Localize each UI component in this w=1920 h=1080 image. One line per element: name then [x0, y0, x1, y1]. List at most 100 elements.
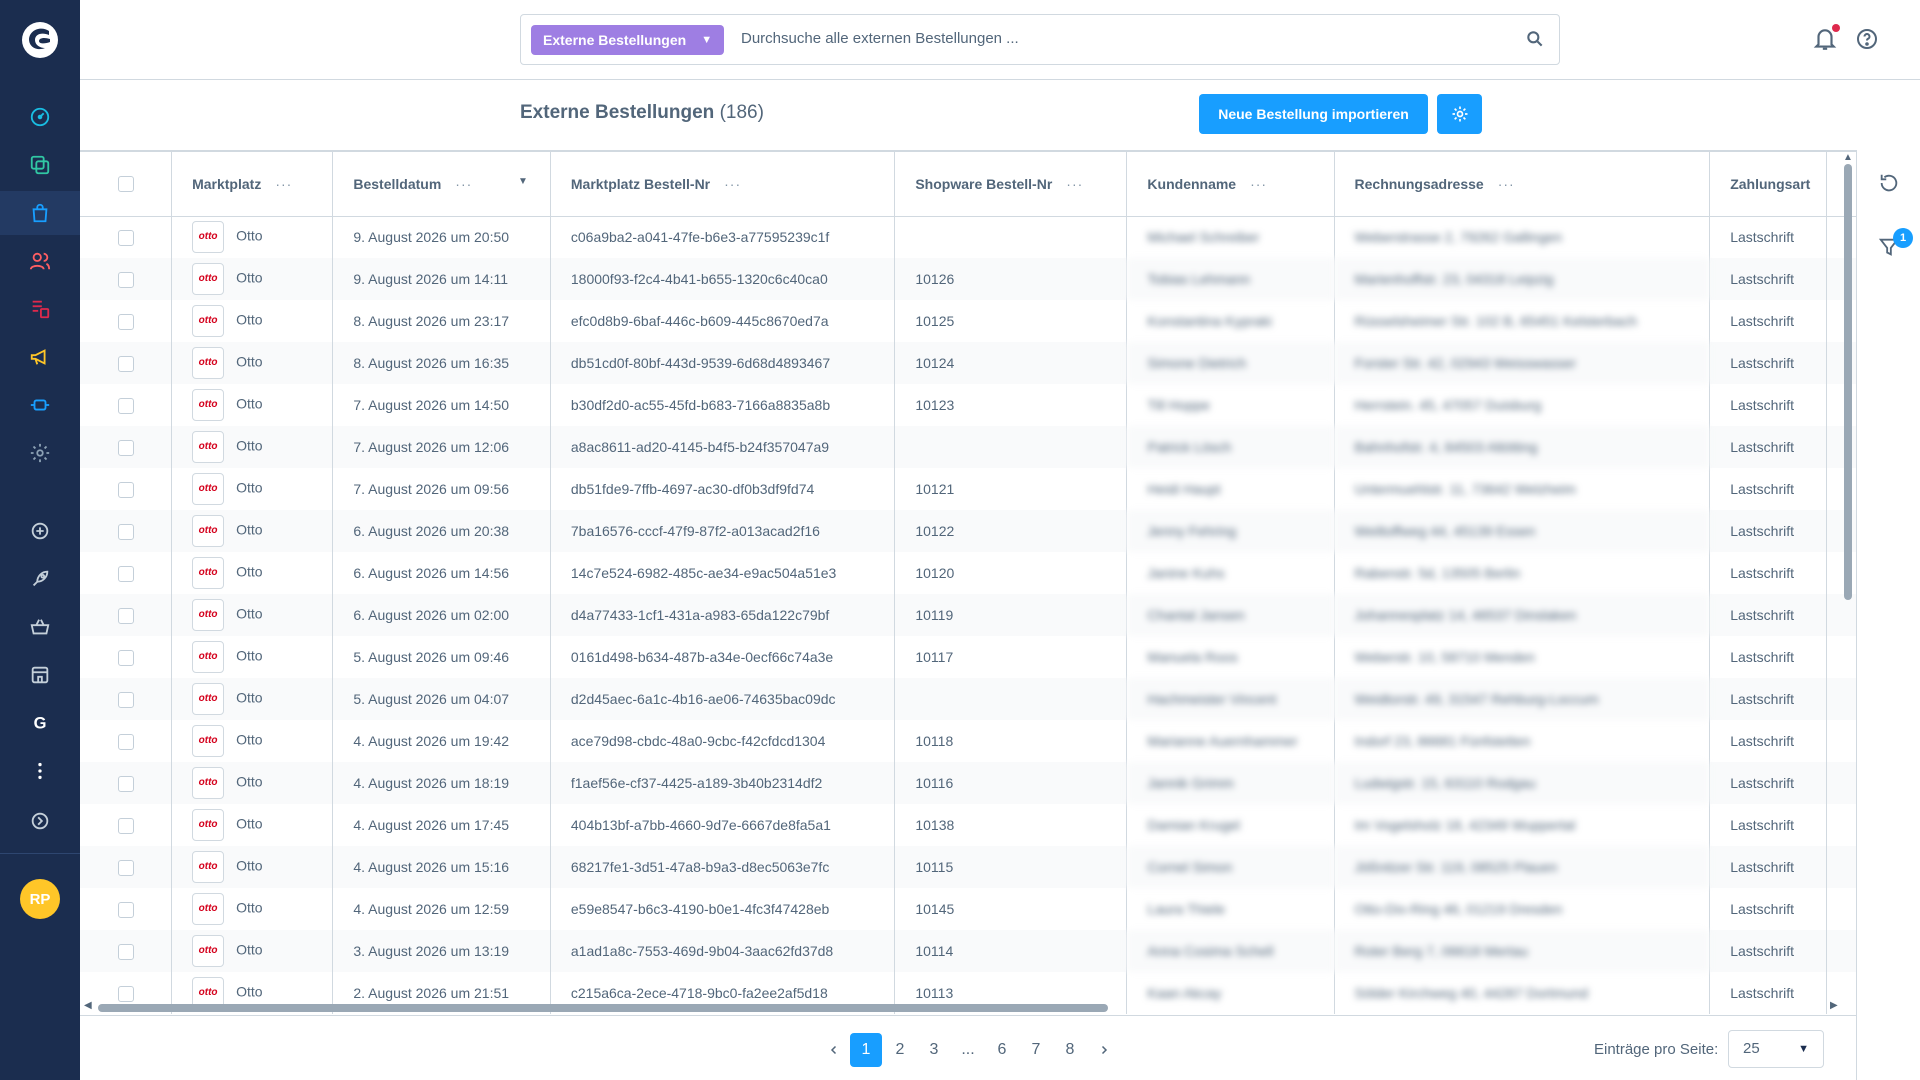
customers-icon[interactable]	[27, 248, 53, 274]
table-row[interactable]: otto Otto 4. August 2026 um 17:45 404b13bf-…	[80, 804, 1856, 846]
row-checkbox[interactable]	[117, 523, 134, 540]
cell-marketplace-order-number[interactable]: f1aef56e-cf37-4425-a189-3b40b2314df2	[550, 762, 896, 804]
row-checkbox[interactable]	[117, 565, 134, 582]
row-checkbox[interactable]	[117, 691, 134, 708]
row-checkbox[interactable]	[117, 943, 134, 960]
cell-shopware-order-number[interactable]: 10117	[894, 636, 1128, 678]
add-channel-icon[interactable]	[27, 518, 53, 544]
marketing-icon[interactable]	[27, 344, 53, 370]
table-row[interactable]: otto Otto 7. August 2026 um 12:06 a8ac8611-…	[80, 426, 1856, 468]
table-row[interactable]: otto Otto 6. August 2026 um 20:38 7ba16576-…	[80, 510, 1856, 552]
row-checkbox[interactable]	[117, 901, 134, 918]
cell-shopware-order-number[interactable]: 10125	[894, 300, 1128, 342]
column-header-rechnungsadresse[interactable]: Rechnungsadresse ···	[1334, 152, 1711, 217]
vertical-scrollbar[interactable]	[1844, 164, 1852, 600]
column-header-marktplatz[interactable]: Marktplatz ···	[171, 152, 334, 217]
content-icon[interactable]	[27, 296, 53, 322]
per-page-select[interactable]: 25 ▼	[1728, 1030, 1824, 1068]
row-checkbox[interactable]	[117, 229, 134, 246]
page-button[interactable]: 7	[1020, 1033, 1052, 1067]
cell-marketplace-order-number[interactable]: 404b13bf-a7bb-4660-9d7e-6667de8fa5a1	[550, 804, 896, 846]
table-row[interactable]: otto Otto 5. August 2026 um 09:46 0161d498-…	[80, 636, 1856, 678]
table-row[interactable]: otto Otto 6. August 2026 um 02:00 d4a77433-…	[80, 594, 1856, 636]
cell-marketplace-order-number[interactable]: c06a9ba2-a041-47fe-b6e3-a77595239c1f	[550, 216, 896, 258]
table-row[interactable]: otto Otto 7. August 2026 um 14:50 b30df2d0-…	[80, 384, 1856, 426]
row-checkbox[interactable]	[117, 985, 134, 1002]
cell-marketplace-order-number[interactable]: b30df2d0-ac55-45fd-b683-7166a8835a8b	[550, 384, 896, 426]
store-icon[interactable]	[27, 662, 53, 688]
cell-marketplace-order-number[interactable]: d2d45aec-6a1c-4b16-ae06-74635bac09dc	[550, 678, 896, 720]
cell-marketplace-order-number[interactable]: db51cd0f-80bf-443d-9539-6d68d4893467	[550, 342, 896, 384]
dashboard-icon[interactable]	[27, 104, 53, 130]
sort-desc-icon[interactable]: ▼	[518, 176, 528, 187]
cell-shopware-order-number[interactable]: 10121	[894, 468, 1128, 510]
row-checkbox[interactable]	[117, 817, 134, 834]
cell-shopware-order-number[interactable]: 10115	[894, 846, 1128, 888]
table-row[interactable]: otto Otto 9. August 2026 um 14:11 18000f93-…	[80, 258, 1856, 300]
settings-icon[interactable]	[27, 440, 53, 466]
catalogue-icon[interactable]	[27, 152, 53, 178]
table-row[interactable]: otto Otto 9. August 2026 um 20:50 c06a9ba2-…	[80, 216, 1856, 258]
cell-marketplace-order-number[interactable]: efc0d8b9-6baf-446c-b609-445c8670ed7a	[550, 300, 896, 342]
orders-icon[interactable]	[27, 200, 53, 226]
basket-icon[interactable]	[27, 614, 53, 640]
row-checkbox[interactable]	[117, 859, 134, 876]
cell-marketplace-order-number[interactable]: e59e8547-b6c3-4190-b0e1-4fc3f47428eb	[550, 888, 896, 930]
cell-shopware-order-number[interactable]: 10118	[894, 720, 1128, 762]
row-checkbox[interactable]	[117, 313, 134, 330]
rocket-icon[interactable]	[27, 566, 53, 592]
google-icon[interactable]: G	[27, 710, 53, 736]
row-checkbox[interactable]	[117, 649, 134, 666]
refresh-icon[interactable]	[1878, 172, 1900, 194]
column-menu-icon[interactable]: ···	[1498, 176, 1515, 192]
cell-shopware-order-number[interactable]: 10114	[894, 930, 1128, 972]
next-page-icon[interactable]	[1088, 1033, 1120, 1067]
scroll-right-arrow-icon[interactable]: ▶	[1830, 1000, 1838, 1011]
avatar[interactable]: RP	[20, 879, 60, 919]
more-icon[interactable]	[27, 758, 53, 784]
cell-shopware-order-number[interactable]: 10120	[894, 552, 1128, 594]
table-row[interactable]: otto Otto 6. August 2026 um 14:56 14c7e524-…	[80, 552, 1856, 594]
table-row[interactable]: otto Otto 5. August 2026 um 04:07 d2d45aec-…	[80, 678, 1856, 720]
cell-shopware-order-number[interactable]: 10116	[894, 762, 1128, 804]
column-menu-icon[interactable]: ···	[1250, 176, 1267, 192]
shopware-logo-icon[interactable]	[20, 20, 60, 60]
column-menu-icon[interactable]: ···	[1066, 176, 1083, 192]
row-checkbox[interactable]	[117, 607, 134, 624]
prev-page-icon[interactable]	[818, 1033, 850, 1067]
horizontal-scrollbar[interactable]	[98, 1004, 1108, 1012]
cell-marketplace-order-number[interactable]: 14c7e524-6982-485c-ae34-e9ac504a51e3	[550, 552, 896, 594]
page-button[interactable]: 3	[918, 1033, 950, 1067]
table-row[interactable]: otto Otto 4. August 2026 um 19:42 ace79d98-…	[80, 720, 1856, 762]
column-header-kundenname[interactable]: Kundenname ···	[1126, 152, 1335, 217]
cell-marketplace-order-number[interactable]: 68217fe1-3d51-47a8-b9a3-d8ec5063e7fc	[550, 846, 896, 888]
cell-shopware-order-number[interactable]: 10124	[894, 342, 1128, 384]
cell-shopware-order-number[interactable]: 10122	[894, 510, 1128, 552]
table-row[interactable]: otto Otto 3. August 2026 um 13:19 a1ad1a8c-…	[80, 930, 1856, 972]
scroll-up-arrow-icon[interactable]: ▲	[1843, 152, 1853, 163]
row-checkbox[interactable]	[117, 481, 134, 498]
table-row[interactable]: otto Otto 4. August 2026 um 18:19 f1aef56e-…	[80, 762, 1856, 804]
search-type-dropdown[interactable]: Externe Bestellungen ▼	[531, 25, 725, 55]
cell-shopware-order-number[interactable]: 10145	[894, 888, 1128, 930]
cell-shopware-order-number[interactable]	[894, 426, 1128, 468]
cell-shopware-order-number[interactable]: 10123	[894, 384, 1128, 426]
cell-shopware-order-number[interactable]: 10119	[894, 594, 1128, 636]
cell-marketplace-order-number[interactable]: 0161d498-b634-487b-a34e-0ecf66c74a3e	[550, 636, 896, 678]
column-menu-icon[interactable]: ···	[275, 176, 292, 192]
page-button[interactable]: 8	[1054, 1033, 1086, 1067]
cell-marketplace-order-number[interactable]: 7ba16576-cccf-47f9-87f2-a013acad2f16	[550, 510, 896, 552]
import-order-button[interactable]: Neue Bestellung importieren	[1199, 94, 1428, 134]
select-all-checkbox[interactable]	[117, 176, 134, 193]
cell-shopware-order-number[interactable]: 10126	[894, 258, 1128, 300]
row-checkbox[interactable]	[117, 733, 134, 750]
page-button[interactable]: 6	[986, 1033, 1018, 1067]
row-checkbox[interactable]	[117, 439, 134, 456]
row-checkbox[interactable]	[117, 397, 134, 414]
search-bar[interactable]: Externe Bestellungen ▼ Durchsuche alle e…	[520, 14, 1560, 65]
page-button[interactable]: 1	[850, 1033, 882, 1067]
cell-shopware-order-number[interactable]	[894, 678, 1128, 720]
cell-marketplace-order-number[interactable]: a1ad1a8c-7553-469d-9b04-3aac62fd37d8	[550, 930, 896, 972]
row-checkbox[interactable]	[117, 775, 134, 792]
row-checkbox[interactable]	[117, 271, 134, 288]
